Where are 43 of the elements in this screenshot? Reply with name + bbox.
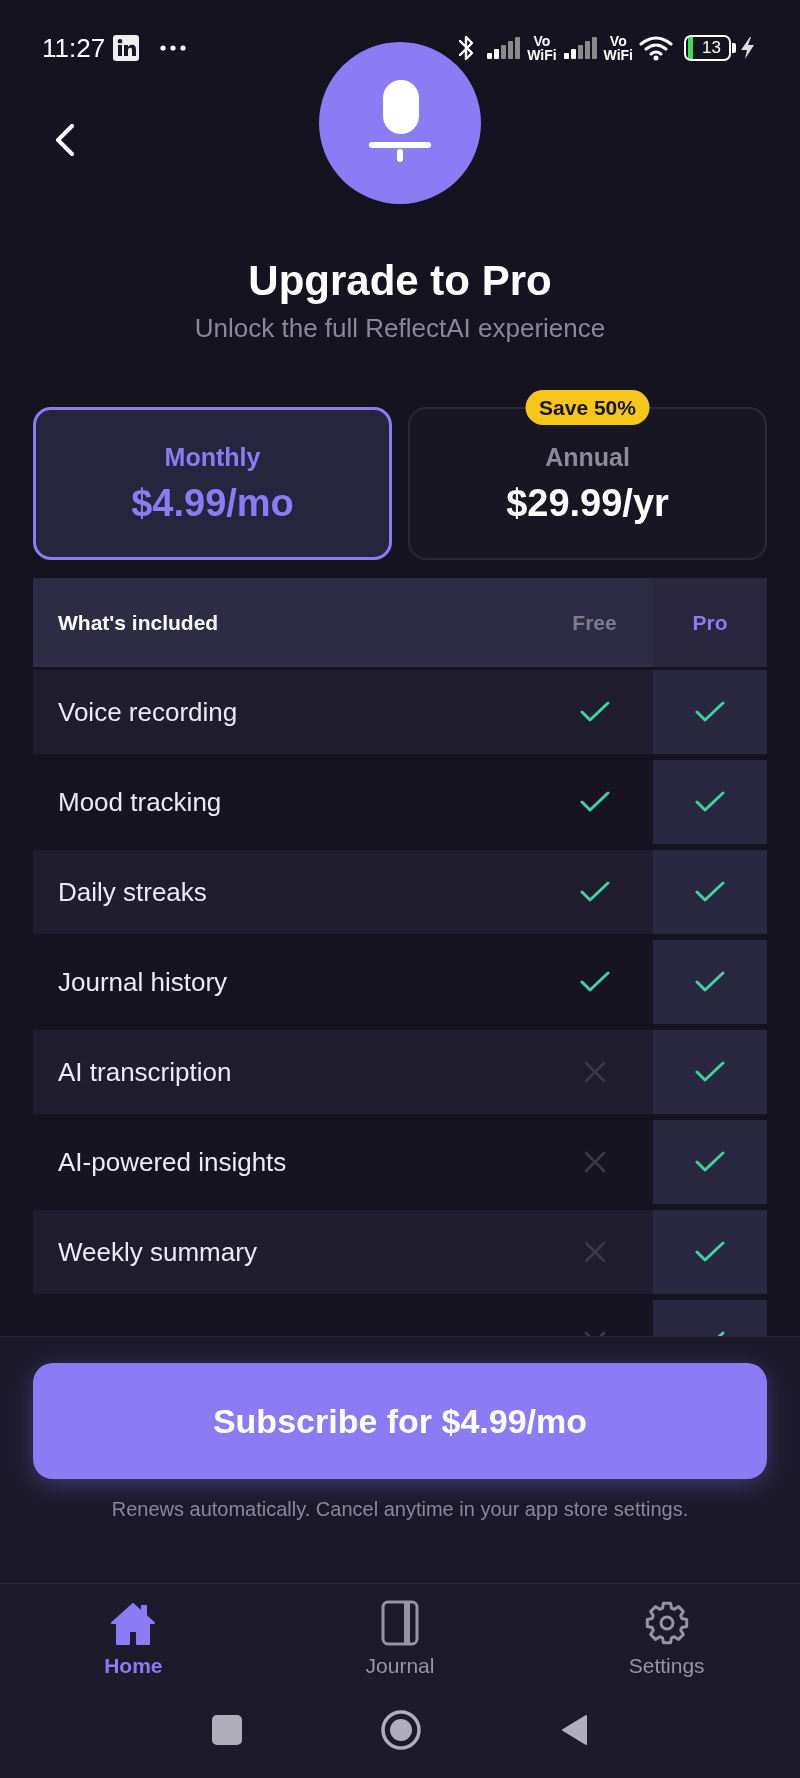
plan-price: $4.99/mo <box>131 481 294 525</box>
book-icon <box>381 1600 419 1646</box>
chevron-left-icon <box>55 124 75 156</box>
nav-tab[interactable]: Home <box>104 1600 163 1679</box>
feature-label: Daily streaks <box>58 877 207 907</box>
signal-icon <box>487 37 522 59</box>
network-label: Vo WiFi <box>603 34 633 62</box>
feature-label: Mood tracking <box>58 787 222 817</box>
plan-name: Monthly <box>164 442 261 472</box>
network-label: Vo WiFi <box>527 34 557 62</box>
pro-column-header: Pro <box>653 578 767 667</box>
discount-badge: Save 50% <box>525 390 650 425</box>
plan-name: Annual <box>545 442 630 472</box>
page-title: Upgrade to Pro <box>247 257 553 305</box>
bluetooth-icon <box>457 33 476 63</box>
house-icon <box>110 1600 157 1646</box>
square-recents-icon[interactable] <box>212 1715 242 1745</box>
signal-icon <box>563 37 598 59</box>
feature-label: AI-powered insights <box>58 1147 287 1177</box>
feature-label: Voice recording <box>58 697 238 727</box>
status-time: 11:27 <box>42 33 106 63</box>
battery-indicator: 13 <box>684 35 736 61</box>
plan-card[interactable]: Monthly $4.99/mo <box>33 407 392 560</box>
settings-icon <box>643 1600 690 1646</box>
page-subtitle: Unlock the full ReflectAI experience <box>193 313 607 343</box>
nav-tab[interactable]: Journal <box>365 1600 435 1679</box>
back-button[interactable] <box>55 124 75 156</box>
triangle-back-icon[interactable] <box>560 1713 588 1747</box>
feature-label: Weekly summary <box>58 1237 257 1267</box>
renewal-note: Renews automatically. Cancel anytime in your app store settings. <box>110 1497 690 1522</box>
more-icon <box>160 45 187 51</box>
wifi-icon <box>639 35 673 61</box>
app-notification-icon <box>113 35 140 61</box>
feature-label: AI transcription <box>58 1057 232 1087</box>
subscribe-button[interactable]: Subscribe for $4.99/mo <box>33 1363 767 1479</box>
column-header: Free <box>572 609 617 636</box>
column-header: What's included <box>58 609 219 636</box>
nav-tab[interactable]: Settings <box>628 1600 705 1679</box>
charging-bolt-icon <box>741 37 755 59</box>
feature-label: Journal history <box>58 967 228 997</box>
microphone-icon <box>319 42 481 204</box>
circle-home-icon[interactable] <box>381 1710 421 1750</box>
plan-price: $29.99/yr <box>506 481 669 525</box>
